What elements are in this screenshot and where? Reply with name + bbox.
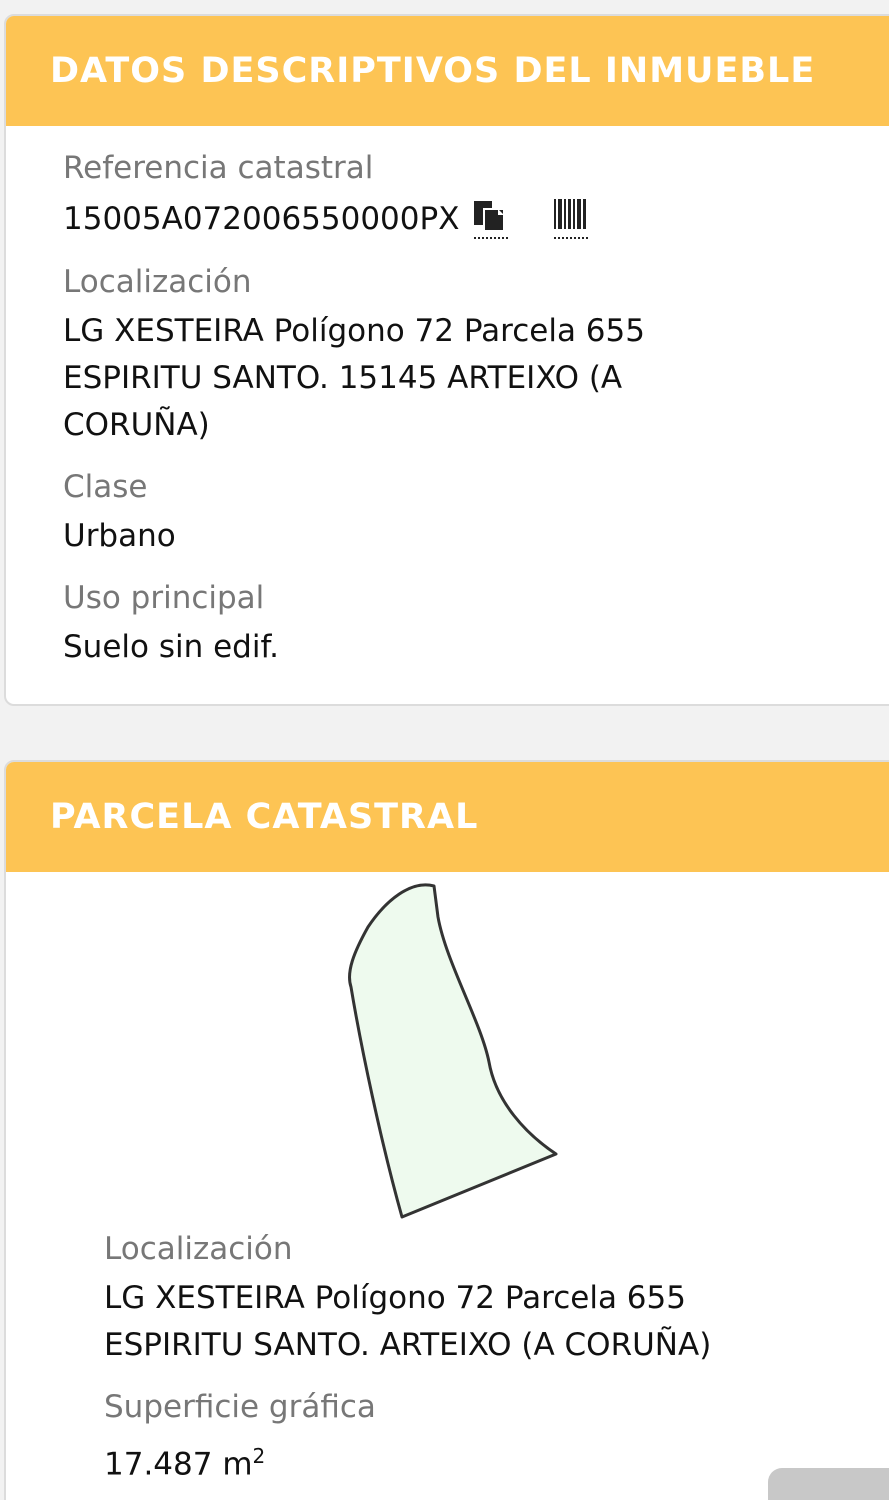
location-value: LG XESTEIRA Polígono 72 Parcela 655 ESPI…: [63, 308, 889, 449]
copy-icon[interactable]: [471, 194, 511, 244]
graphic-area-label: Superficie gráfica: [104, 1389, 376, 1425]
parcel-shape-svg: [348, 883, 558, 1219]
property-data-header: DATOS DESCRIPTIVOS DEL INMUEBLE: [6, 16, 889, 126]
location-label: Localización: [63, 264, 252, 300]
parcel-map[interactable]: [6, 872, 889, 1227]
barcode-icon[interactable]: [551, 194, 591, 244]
class-value: Urbano: [63, 518, 176, 554]
property-fields: Referencia catastral 15005A072006550000P…: [6, 126, 889, 671]
page: DATOS DESCRIPTIVOS DEL INMUEBLE Referenc…: [0, 0, 889, 1500]
class-field: Clase Urbano: [63, 465, 889, 560]
class-label: Clase: [63, 469, 148, 505]
main-use-label: Uso principal: [63, 580, 265, 616]
main-use-value: Suelo sin edif.: [63, 629, 279, 665]
location-line-1: LG XESTEIRA Polígono 72 Parcela 655: [63, 313, 645, 349]
location-line-3: CORUÑA): [63, 407, 210, 443]
cadastral-reference-label: Referencia catastral: [63, 150, 374, 186]
cadastral-reference-row: 15005A072006550000PX: [63, 194, 889, 244]
cadastral-reference-field: Referencia catastral 15005A072006550000P…: [63, 146, 889, 244]
cadastral-parcel-header: PARCELA CATASTRAL: [6, 762, 889, 872]
cadastral-parcel-card: PARCELA CATASTRAL Localización LG XESTEI…: [4, 760, 889, 1500]
main-use-field: Uso principal Suelo sin edif.: [63, 576, 889, 671]
parcel-fields: Localización LG XESTEIRA Polígono 72 Par…: [6, 1227, 889, 1488]
parcel-location-value: LG XESTEIRA Polígono 72 Parcela 655 ESPI…: [104, 1275, 889, 1369]
graphic-area-exponent: 2: [252, 1444, 266, 1468]
parcel-location-line-1: LG XESTEIRA Polígono 72 Parcela 655: [104, 1280, 686, 1316]
location-line-2: ESPIRITU SANTO. 15145 ARTEIXO (A: [63, 360, 623, 396]
floating-action-button[interactable]: [768, 1468, 889, 1500]
parcel-shape: [348, 883, 558, 1219]
parcel-location-line-2: ESPIRITU SANTO. ARTEIXO (A CORUÑA): [104, 1327, 712, 1363]
cadastral-parcel-title: PARCELA CATASTRAL: [50, 797, 479, 837]
cadastral-reference-value[interactable]: 15005A072006550000PX: [63, 196, 459, 243]
graphic-area-number: 17.487 m: [104, 1446, 253, 1483]
property-data-title: DATOS DESCRIPTIVOS DEL INMUEBLE: [50, 51, 816, 91]
location-field: Localización LG XESTEIRA Polígono 72 Par…: [63, 260, 889, 449]
property-data-card: DATOS DESCRIPTIVOS DEL INMUEBLE Referenc…: [4, 14, 889, 706]
parcel-location-label: Localización: [104, 1231, 293, 1267]
parcel-location-field: Localización LG XESTEIRA Polígono 72 Par…: [104, 1227, 889, 1369]
